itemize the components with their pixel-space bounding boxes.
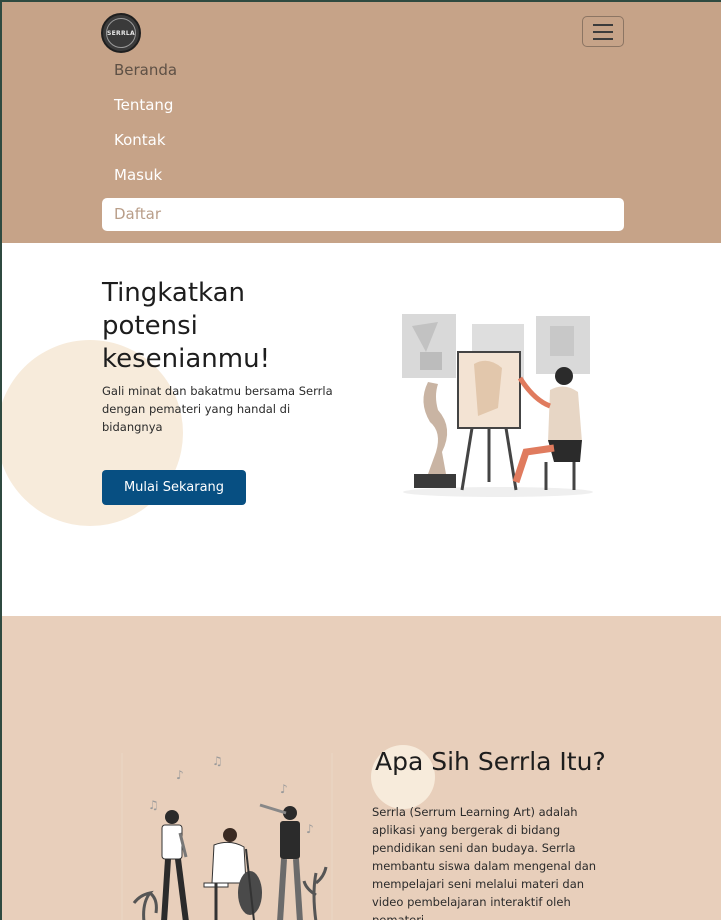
- svg-text:♫: ♫: [148, 798, 159, 812]
- brand-logo-text: SERRLA: [106, 18, 136, 48]
- nav-item-beranda[interactable]: Beranda: [102, 57, 624, 92]
- hamburger-icon-line: [593, 23, 613, 26]
- svg-text:♫: ♫: [212, 754, 223, 768]
- about-title: Apa Sih Serrla Itu?: [375, 747, 606, 776]
- musicians-illustration: ♪ ♫ ♪ ♫ ♪: [121, 753, 333, 920]
- hero-section: Tingkatkan potensi kesenianmu! Gali mina…: [2, 243, 721, 616]
- navbar: SERRLA Beranda Tentang Kontak Masuk Daft…: [2, 2, 721, 243]
- svg-text:♪: ♪: [176, 768, 184, 782]
- svg-text:♪: ♪: [280, 782, 288, 796]
- menu-toggle-button[interactable]: [582, 16, 624, 47]
- painter-illustration: [402, 314, 593, 497]
- about-section: ♪ ♫ ♪ ♫ ♪ Apa Sih Serrla Itu? Serrla (Se…: [2, 616, 721, 920]
- hero-subtitle: Gali minat dan bakatmu bersama Serrla de…: [102, 384, 333, 434]
- nav-menu: Beranda Tentang Kontak Masuk: [102, 57, 624, 197]
- svg-text:♪: ♪: [306, 822, 314, 836]
- nav-item-masuk[interactable]: Masuk: [102, 162, 624, 197]
- hamburger-icon-line: [593, 37, 613, 40]
- about-description: Serrla (Serrum Learning Art) adalah apli…: [372, 805, 597, 920]
- start-now-button[interactable]: Mulai Sekarang: [102, 470, 246, 505]
- hero-title: Tingkatkan potensi kesenianmu!: [102, 278, 271, 374]
- nav-item-tentang[interactable]: Tentang: [102, 92, 624, 127]
- brand-logo[interactable]: SERRLA: [101, 13, 141, 53]
- hamburger-icon-line: [593, 30, 613, 33]
- nav-item-kontak[interactable]: Kontak: [102, 127, 624, 162]
- register-button[interactable]: Daftar: [102, 198, 624, 231]
